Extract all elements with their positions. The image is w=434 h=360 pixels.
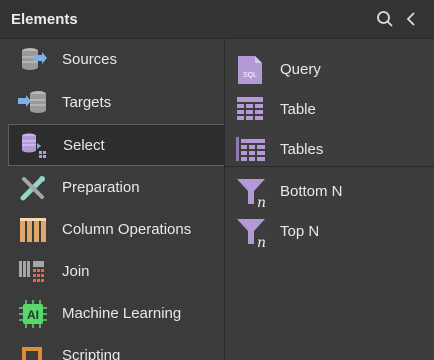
element-top-n[interactable]: n Top N xyxy=(225,210,434,251)
category-label: Sources xyxy=(62,51,118,68)
column-operations-icon xyxy=(18,215,48,245)
sources-icon xyxy=(18,45,48,75)
element-label: Bottom N xyxy=(280,183,343,200)
category-label: Machine Learning xyxy=(62,305,182,322)
funnel-n-icon: n xyxy=(235,176,267,211)
category-label: Column Operations xyxy=(62,221,192,238)
machine-learning-icon: AI xyxy=(18,299,48,329)
chevron-left-icon[interactable] xyxy=(402,10,420,28)
ai-badge-text: AI xyxy=(27,308,39,322)
group-divider xyxy=(225,166,434,167)
element-bottom-n[interactable]: n Bottom N xyxy=(225,170,434,211)
join-icon xyxy=(18,257,48,287)
category-label: Scripting xyxy=(62,347,121,360)
n-glyph: n xyxy=(257,195,266,208)
sql-badge: SQL xyxy=(243,72,257,79)
element-label: Tables xyxy=(280,141,324,158)
element-query[interactable]: SQL Query xyxy=(225,48,434,88)
category-select[interactable]: Select xyxy=(8,124,224,166)
element-table[interactable]: Table xyxy=(225,88,434,128)
category-join[interactable]: Join xyxy=(8,251,224,293)
category-label: Join xyxy=(62,263,90,280)
targets-icon xyxy=(18,88,48,118)
select-icon xyxy=(19,131,49,161)
preparation-icon xyxy=(18,173,48,203)
element-tables[interactable]: Tables xyxy=(225,128,434,168)
element-label: Top N xyxy=(280,223,320,240)
sql-file-icon: SQL xyxy=(235,54,267,86)
category-targets[interactable]: Targets xyxy=(8,82,224,124)
category-machine-learning[interactable]: AI Machine Learning xyxy=(8,293,224,335)
category-label: Select xyxy=(63,137,105,154)
tables-icon xyxy=(235,134,267,166)
category-label: Preparation xyxy=(62,179,140,196)
panel-header: Elements xyxy=(0,0,434,39)
n-glyph: n xyxy=(257,235,266,248)
funnel-n-icon: n xyxy=(235,216,267,251)
category-column-operations[interactable]: Column Operations xyxy=(8,209,224,251)
category-label: Targets xyxy=(62,94,112,111)
category-sources[interactable]: Sources xyxy=(8,39,224,81)
panel-title: Elements xyxy=(11,11,78,28)
scripting-icon xyxy=(18,341,48,360)
element-label: Query xyxy=(280,61,321,78)
category-preparation[interactable]: Preparation xyxy=(8,167,224,209)
search-icon[interactable] xyxy=(376,10,394,28)
element-label: Table xyxy=(280,101,316,118)
category-list: Sources Targets Select Preparation Colum… xyxy=(0,39,225,360)
table-icon xyxy=(235,94,267,126)
element-list: SQL Query Table Tables n Bottom N n Top … xyxy=(225,39,434,360)
category-scripting[interactable]: Scripting xyxy=(8,335,224,360)
